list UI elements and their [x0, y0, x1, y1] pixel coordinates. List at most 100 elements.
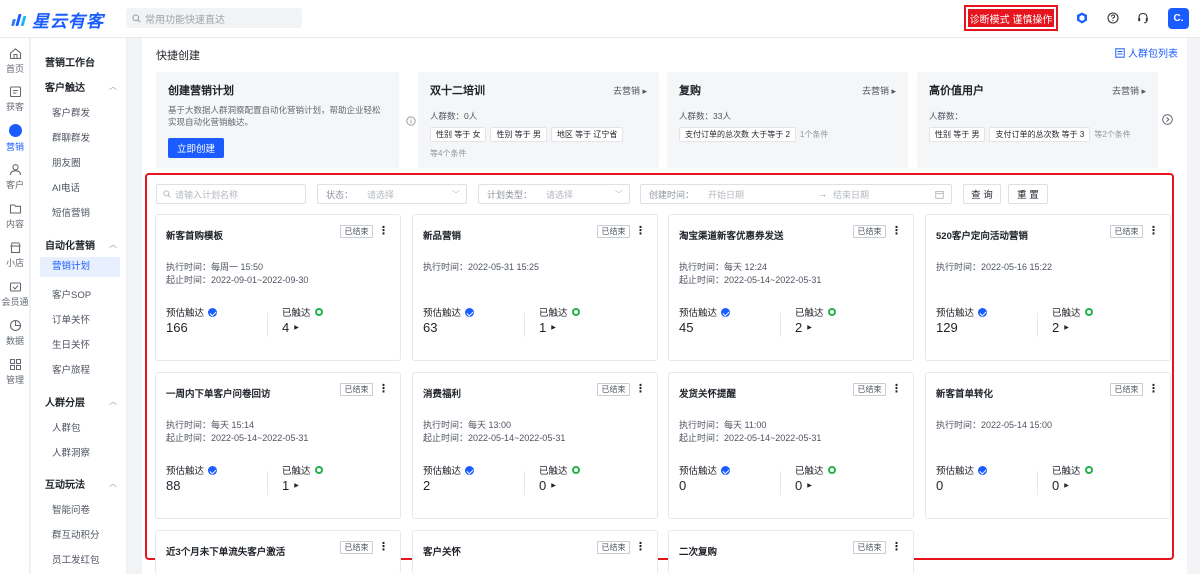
- plan-card[interactable]: 新客首单转化 已结束 ⋮ 执行时间：2022-05-14 15:00 预估触达 …: [925, 372, 1171, 519]
- plan-name-input[interactable]: 请输入计划名称: [156, 184, 306, 204]
- rail-item-manage[interactable]: 管理: [0, 353, 30, 391]
- estimated-reach: 88: [166, 478, 181, 493]
- more-menu-icon[interactable]: ⋮: [378, 224, 389, 237]
- sm-item-moments[interactable]: 朋友圈: [52, 155, 81, 169]
- more-menu-icon[interactable]: ⋮: [635, 382, 646, 395]
- sm-item-group-mass[interactable]: 群聊群发: [52, 130, 90, 144]
- query-button[interactable]: 查 询: [963, 184, 1001, 204]
- audience-card[interactable]: 高价值用户 去营销 ▸ 人群数： 性别 等于 男 支付订单的总次数 等于 3 等…: [917, 72, 1158, 168]
- rail-item-data[interactable]: 数据: [0, 314, 30, 352]
- more-menu-icon[interactable]: ⋮: [378, 540, 389, 553]
- customer-icon: [9, 164, 21, 176]
- top-bar: 星云有客 常用功能快速直达 诊断模式 谨慎操作 C.: [0, 0, 1200, 38]
- start-date-input[interactable]: 开始日期: [708, 188, 818, 201]
- more-menu-icon[interactable]: ⋮: [891, 224, 902, 237]
- sm-item-audience-pack[interactable]: 人群包: [52, 420, 81, 434]
- rail-item-home[interactable]: 首页: [0, 42, 30, 80]
- manage-icon: [9, 359, 21, 370]
- audience-list-link[interactable]: 人群包列表: [1115, 45, 1178, 60]
- sm-item-customer-sop[interactable]: 客户SOP: [52, 287, 91, 301]
- sm-item-birthday-care[interactable]: 生日关怀: [52, 337, 90, 351]
- brand-name: 星云有客: [32, 11, 104, 31]
- plan-type-select[interactable]: 计划类型： 请选择 ﹀: [478, 184, 630, 204]
- sm-item-survey[interactable]: 智能问卷: [52, 502, 90, 516]
- end-date-input[interactable]: 结束日期: [833, 188, 869, 201]
- rail-item-marketing[interactable]: 营销: [0, 119, 30, 157]
- plan-card[interactable]: 消费福利 已结束 ⋮ 执行时间：每天 13:00 起止时间：2022-05-14…: [412, 372, 658, 519]
- rail-item-acquire[interactable]: 获客: [0, 80, 30, 118]
- chevron-down-icon: ﹀: [615, 190, 623, 199]
- reached-count[interactable]: 1 ▶: [282, 478, 299, 493]
- headset-icon[interactable]: [1136, 11, 1150, 25]
- more-menu-icon[interactable]: ⋮: [891, 540, 902, 553]
- more-menu-icon[interactable]: ⋮: [1148, 382, 1159, 395]
- audience-card[interactable]: 双十二培训 去营销 ▸ 人群数：0人 性别 等于 女 性别 等于 男 地区 等于…: [418, 72, 659, 168]
- plan-card[interactable]: 二次复购 已结束 ⋮: [668, 530, 914, 574]
- reached-count[interactable]: 0 ▶: [1052, 478, 1069, 493]
- caret-right-icon: ▶: [807, 325, 812, 331]
- plan-card[interactable]: 客户关怀 已结束 ⋮: [412, 530, 658, 574]
- diagnose-mode-button[interactable]: 诊断模式 谨慎操作: [964, 5, 1058, 31]
- more-menu-icon[interactable]: ⋮: [891, 382, 902, 395]
- reached-count[interactable]: 2 ▶: [1052, 320, 1069, 335]
- logo-mark-icon: [10, 10, 28, 28]
- go-marketing-link[interactable]: 去营销 ▸: [862, 84, 896, 97]
- sm-group-auto[interactable]: 自动化营销 ︿: [45, 237, 117, 252]
- go-marketing-link[interactable]: 去营销 ▸: [1112, 84, 1146, 97]
- plan-card[interactable]: 新品营销 已结束 ⋮ 执行时间：2022-05-31 15:25 预估触达 63…: [412, 214, 658, 361]
- sm-group-reach[interactable]: 客户触达 ︿: [45, 79, 117, 94]
- brand-logo[interactable]: 星云有客: [10, 9, 104, 31]
- sm-item-audience-insight[interactable]: 人群洞察: [52, 445, 90, 459]
- estimate-icon: [208, 307, 218, 317]
- rail-item-customer[interactable]: 客户: [0, 158, 30, 196]
- rail-item-shop[interactable]: 小店: [0, 236, 30, 274]
- rail-item-member[interactable]: 会员通: [0, 275, 30, 313]
- audience-card[interactable]: 复购 去营销 ▸ 人群数：33人 支付订单的总次数 大于等于 2 1个条件: [667, 72, 908, 168]
- go-marketing-link[interactable]: 去营销 ▸: [613, 84, 647, 97]
- condition-tag: 性别 等于 女: [430, 127, 487, 142]
- status-badge: 已结束: [1110, 383, 1143, 396]
- help-icon[interactable]: [1106, 11, 1120, 25]
- sm-workbench[interactable]: 营销工作台: [45, 54, 117, 69]
- shield-badge-icon[interactable]: [1075, 11, 1089, 25]
- info-icon[interactable]: [406, 116, 416, 126]
- sm-item-journey[interactable]: 客户旅程: [52, 362, 90, 376]
- sm-item-marketing-plan[interactable]: 营销计划: [40, 257, 120, 277]
- chevron-up-icon: ︿: [109, 240, 117, 249]
- more-menu-icon[interactable]: ⋮: [635, 540, 646, 553]
- reached-count[interactable]: 4 ▶: [282, 320, 299, 335]
- status-select[interactable]: 状态： 请选择 ﹀: [317, 184, 467, 204]
- plan-card[interactable]: 520客户定向活动营销 已结束 ⋮ 执行时间：2022-05-16 15:22 …: [925, 214, 1171, 361]
- create-now-button[interactable]: 立即创建: [168, 138, 224, 158]
- more-menu-icon[interactable]: ⋮: [635, 224, 646, 237]
- reached-count[interactable]: 0 ▶: [539, 478, 556, 493]
- user-avatar[interactable]: C.: [1168, 8, 1189, 29]
- plan-card[interactable]: 新客首购模板 已结束 ⋮ 执行时间：每周一 15:50 起止时间：2022-09…: [155, 214, 401, 361]
- reset-button[interactable]: 重 置: [1008, 184, 1048, 204]
- plan-card[interactable]: 发货关怀提醒 已结束 ⋮ 执行时间：每天 11:00 起止时间：2022-05-…: [668, 372, 914, 519]
- caret-right-icon: ▶: [807, 483, 812, 489]
- rail-item-content[interactable]: 内容: [0, 197, 30, 235]
- sm-group-segment[interactable]: 人群分层 ︿: [45, 394, 117, 409]
- global-search-input[interactable]: 常用功能快速直达: [126, 8, 302, 28]
- sm-item-ai-call[interactable]: AI电话: [52, 180, 80, 194]
- reached-count[interactable]: 2 ▶: [795, 320, 812, 335]
- more-menu-icon[interactable]: ⋮: [378, 382, 389, 395]
- sm-item-sms[interactable]: 短信营销: [52, 205, 90, 219]
- more-menu-icon[interactable]: ⋮: [1148, 224, 1159, 237]
- home-icon: [9, 48, 21, 60]
- sm-group-interact[interactable]: 互动玩法 ︿: [45, 476, 117, 491]
- sm-item-group-points[interactable]: 群互动积分: [52, 527, 100, 541]
- sm-item-order-care[interactable]: 订单关怀: [52, 312, 90, 326]
- reached-count[interactable]: 0 ▶: [795, 478, 812, 493]
- estimate-icon: [978, 465, 988, 475]
- plan-card[interactable]: 淘宝渠道新客优惠券发送 已结束 ⋮ 执行时间：每天 12:24 起止时间：202…: [668, 214, 914, 361]
- sm-item-customer-mass[interactable]: 客户群发: [52, 105, 90, 119]
- carousel-next-icon[interactable]: [1162, 114, 1173, 125]
- create-time-range[interactable]: 创建时间： 开始日期 → 结束日期: [640, 184, 952, 204]
- plan-card[interactable]: 一周内下单客户问卷回访 已结束 ⋮ 执行时间：每天 15:14 起止时间：202…: [155, 372, 401, 519]
- reached-count[interactable]: 1 ▶: [539, 320, 556, 335]
- status-badge: 已结束: [597, 383, 630, 396]
- plan-card[interactable]: 近3个月未下单流失客户激活 已结束 ⋮: [155, 530, 401, 574]
- sm-item-red-packet[interactable]: 员工发红包: [52, 552, 100, 566]
